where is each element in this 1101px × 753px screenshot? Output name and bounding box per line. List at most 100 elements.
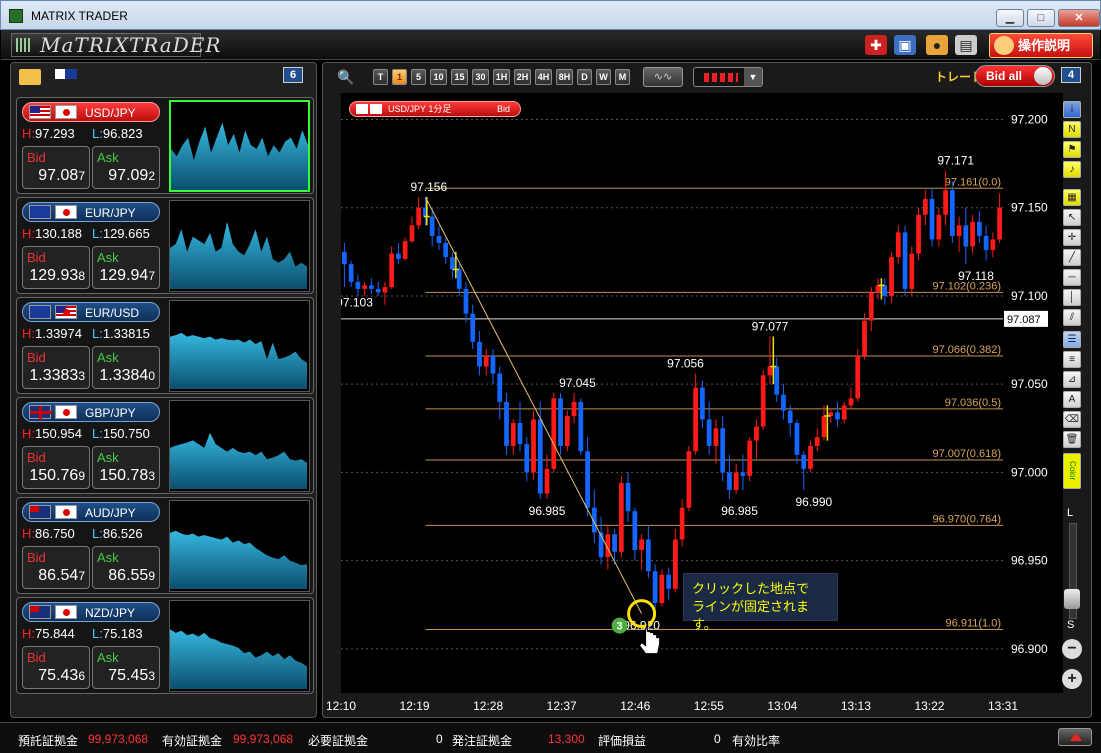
vline-tool-icon[interactable]: │	[1063, 289, 1081, 306]
zoom-slider-knob[interactable]	[1064, 589, 1080, 609]
bid-button[interactable]: Bid 129.938	[22, 246, 90, 289]
help-button[interactable]: 操作説明	[989, 33, 1093, 58]
pair-name-badge[interactable]: GBP/JPY	[22, 402, 160, 422]
low-prefix: L:	[92, 226, 103, 241]
close-button[interactable]: ✕	[1058, 9, 1100, 27]
pair-name-badge[interactable]: EUR/JPY	[22, 202, 160, 222]
candle-body	[963, 225, 969, 247]
text-tool-icon[interactable]: A	[1063, 391, 1081, 408]
bid-all-toggle[interactable]: Bid all	[975, 65, 1055, 87]
candle-body	[733, 472, 739, 491]
high-low: H:150.954 L:150.750	[22, 426, 150, 441]
timeframe-button[interactable]: 30	[472, 69, 489, 85]
zoom-out-icon[interactable]: −	[1062, 639, 1082, 659]
pair-card[interactable]: EUR/USD H:1.33974 L:1.33815 Bid 1.33833 As…	[16, 297, 314, 394]
candle-body	[679, 507, 685, 540]
timeframe-button[interactable]: 1H	[493, 69, 510, 85]
minimize-button[interactable]: ▁	[996, 9, 1024, 27]
layout-tool-icon[interactable]: ▦	[1063, 189, 1081, 206]
mini-chart[interactable]	[169, 200, 310, 292]
currency-flags-icon[interactable]	[41, 69, 81, 85]
pair-name-badge[interactable]: NZD/JPY	[22, 602, 160, 622]
candle-body	[956, 225, 962, 236]
print-icon[interactable]: ▤	[955, 35, 977, 55]
pair-name-badge[interactable]: AUD/JPY	[22, 502, 160, 522]
fibonacci-tool-icon[interactable]: ☰	[1063, 331, 1081, 348]
x-tick-label: 12:10	[326, 699, 357, 713]
fib-fan-tool-icon[interactable]: ≡	[1063, 351, 1081, 368]
alert-tool-icon[interactable]: ♪	[1063, 161, 1081, 178]
trendline-tool-icon[interactable]: ╱	[1063, 249, 1081, 266]
mini-chart[interactable]	[169, 100, 310, 192]
color-tool[interactable]: Color	[1063, 453, 1081, 489]
bid-price: 150.769	[29, 467, 85, 485]
rate-count-badge[interactable]: 6	[283, 67, 303, 83]
ask-button[interactable]: Ask 75.453	[92, 646, 160, 689]
price-chart[interactable]: 97.200 97.150 97.100 97.050 97.000 96.950 96.9…	[341, 93, 1063, 693]
cross-tool-icon[interactable]: ✛	[1063, 229, 1081, 246]
mini-chart[interactable]	[169, 500, 310, 592]
chart-count-badge[interactable]: 4	[1061, 67, 1081, 83]
maximize-button[interactable]: □	[1027, 9, 1055, 27]
chart-type-select[interactable]: ▼	[693, 67, 763, 87]
timeframe-button[interactable]: T	[373, 69, 388, 85]
ask-button[interactable]: Ask 86.559	[92, 546, 160, 589]
trash-tool-icon[interactable]: 🗑	[1063, 431, 1081, 448]
status-value-pnl: 0	[714, 732, 721, 746]
cursor-tool-icon[interactable]: ↖	[1063, 209, 1081, 226]
timeframe-button[interactable]: W	[596, 69, 611, 85]
timeframe-button[interactable]: 10	[430, 69, 447, 85]
mini-chart[interactable]	[169, 400, 310, 492]
pair-card[interactable]: GBP/JPY H:150.954 L:150.750 Bid 150.769 As…	[16, 397, 314, 494]
eraser-tool-icon[interactable]: ⌫	[1063, 411, 1081, 428]
save-icon[interactable]: ▣	[894, 35, 916, 55]
ask-button[interactable]: Ask 150.783	[92, 446, 160, 489]
candle-body	[443, 243, 449, 258]
ask-button[interactable]: Ask 129.947	[92, 246, 160, 289]
timeframe-button[interactable]: D	[577, 69, 592, 85]
pair-name-badge[interactable]: USD/JPY	[22, 102, 160, 122]
bid-button[interactable]: Bid 97.087	[22, 146, 90, 189]
channel-tool-icon[interactable]: ⫽	[1063, 309, 1081, 326]
timeframe-button[interactable]: 1	[392, 69, 407, 85]
ask-button[interactable]: Ask 1.33840	[92, 346, 160, 389]
pair-card[interactable]: USD/JPY H:97.293 L:96.823 Bid 97.087 Ask 97…	[16, 97, 314, 194]
candle-type-icon	[704, 73, 738, 82]
pair-card[interactable]: AUD/JPY H:86.750 L:86.526 Bid 86.547 Ask 86…	[16, 497, 314, 594]
info-tool-icon[interactable]: i	[1063, 101, 1081, 118]
timeframe-button[interactable]: 4H	[535, 69, 552, 85]
x-tick-label: 12:46	[620, 699, 651, 713]
bid-button[interactable]: Bid 75.436	[22, 646, 90, 689]
pair-card[interactable]: EUR/JPY H:130.188 L:129.665 Bid 129.938 As…	[16, 197, 314, 294]
indicator-button[interactable]: ∿∿	[643, 67, 683, 87]
pair-name-badge[interactable]: EUR/USD	[22, 302, 160, 322]
timeframe-button[interactable]: 8H	[556, 69, 573, 85]
mini-chart[interactable]	[169, 300, 310, 392]
ask-button[interactable]: Ask 97.092	[92, 146, 160, 189]
timeframe-button[interactable]: 2H	[514, 69, 531, 85]
timeframe-button[interactable]: M	[615, 69, 630, 85]
gann-tool-icon[interactable]: ⊿	[1063, 371, 1081, 388]
timeframe-button[interactable]: 15	[451, 69, 468, 85]
expand-panel-button[interactable]	[1058, 728, 1092, 746]
bid-button[interactable]: Bid 150.769	[22, 446, 90, 489]
ask-price-pip: 9	[148, 569, 155, 583]
candle-body	[436, 235, 442, 243]
hline-tool-icon[interactable]: ─	[1063, 269, 1081, 286]
news-tool-icon[interactable]: N	[1063, 121, 1081, 138]
folder-icon[interactable]	[19, 69, 41, 85]
zoom-in-icon[interactable]: +	[1062, 669, 1082, 689]
bid-button[interactable]: Bid 86.547	[22, 546, 90, 589]
candle-body	[841, 405, 847, 420]
flag-tool-icon[interactable]: ⚑	[1063, 141, 1081, 158]
rate-panel: 6 USD/JPY H:97.293 L:96.823 Bid 97.087 Ask…	[10, 62, 317, 718]
candle-body	[524, 444, 530, 473]
pair-name: GBP/JPY	[85, 406, 136, 420]
zoom-icon[interactable]: 🔍	[337, 69, 359, 85]
palette-icon[interactable]: ●	[926, 35, 948, 55]
timeframe-button[interactable]: 5	[411, 69, 426, 85]
bid-button[interactable]: Bid 1.33833	[22, 346, 90, 389]
toolbox-icon[interactable]: ✚	[865, 35, 887, 55]
mini-chart[interactable]	[169, 600, 310, 692]
pair-card[interactable]: NZD/JPY H:75.844 L:75.183 Bid 75.436 Ask 75…	[16, 597, 314, 694]
